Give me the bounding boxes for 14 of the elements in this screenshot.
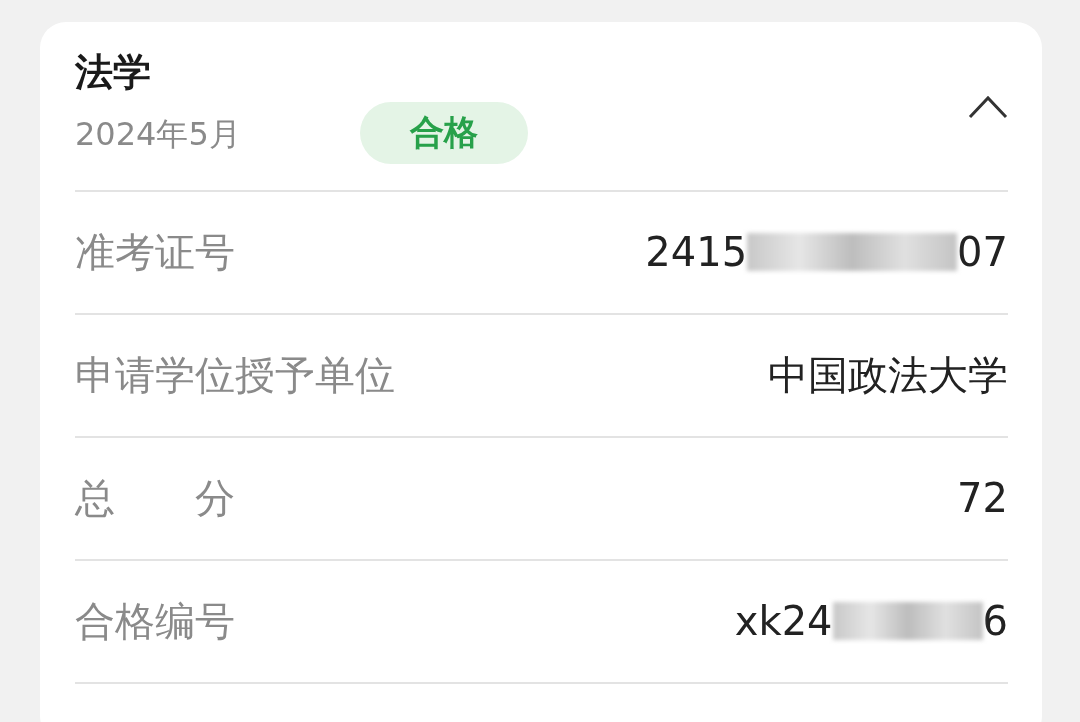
field-value: 07 <box>957 229 1008 276</box>
field-label: 准考证号 <box>75 227 235 277</box>
subject-title: 法学 <box>75 50 152 96</box>
field-value: 72 <box>957 475 1008 522</box>
field-label: 申请学位授予单位 <box>75 350 395 400</box>
exam-date: 2024年5月 <box>75 113 242 155</box>
field-label: 总 分 <box>75 473 235 523</box>
field-value: 2415 <box>645 229 748 276</box>
field-value: xk24 <box>734 598 833 645</box>
field-value: 中国政法大学 <box>768 350 1008 400</box>
field-label: 合格编号 <box>75 596 235 646</box>
chevron-up-icon[interactable] <box>968 94 1008 119</box>
status-badge: 合格 <box>360 101 528 164</box>
field-value: 6 <box>982 598 1008 645</box>
